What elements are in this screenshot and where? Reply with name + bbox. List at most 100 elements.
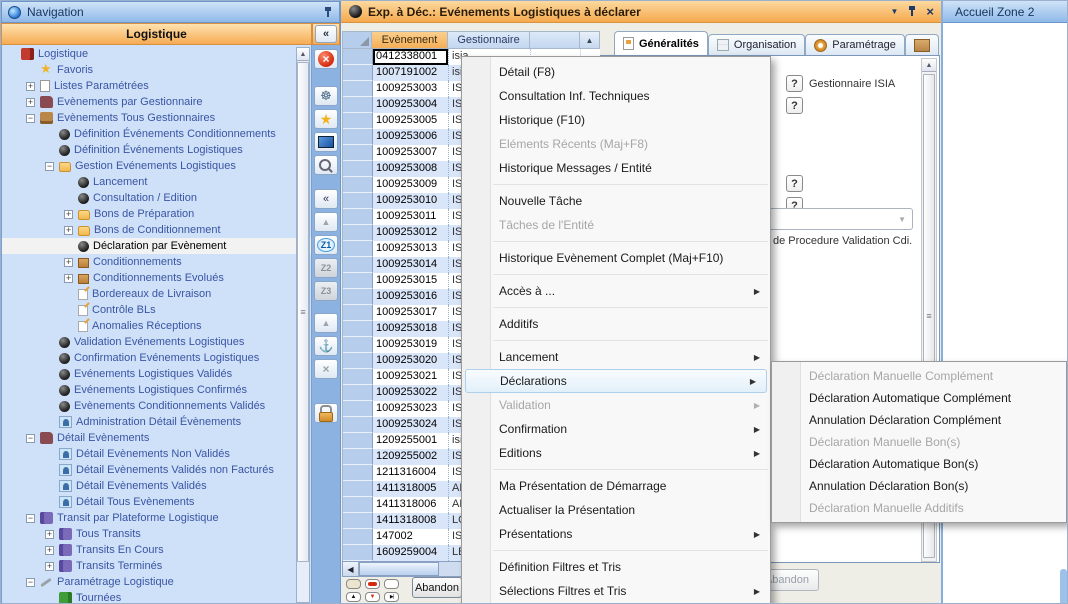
tree-scrollbar-thumb[interactable]: ≡ [297, 62, 309, 562]
tree-item[interactable]: Détail Evènements Validés non Facturés [2, 462, 311, 478]
cell-evenement[interactable]: 1009253018 [373, 321, 449, 337]
cell-evenement[interactable]: 1009253008 [373, 161, 449, 177]
row-header-cell[interactable] [343, 529, 373, 545]
row-header-cell[interactable] [343, 369, 373, 385]
row-header-cell[interactable] [343, 353, 373, 369]
tree-expander-icon[interactable]: − [26, 514, 35, 523]
tree-item[interactable]: Confirmation Evénements Logistiques [2, 350, 311, 366]
tree-item[interactable]: Anomalies Réceptions [2, 318, 311, 334]
tree-item[interactable]: +Bons de Conditionnement [2, 222, 311, 238]
hscroll-thumb[interactable] [359, 562, 439, 576]
tree-expander-icon[interactable]: + [64, 226, 73, 235]
tree-item[interactable]: Définition Événements Conditionnements [2, 126, 311, 142]
scroll-left-icon[interactable]: ◀ [343, 562, 359, 576]
menu-item[interactable]: Lancement▶ [462, 345, 770, 369]
close-button[interactable] [314, 49, 338, 69]
menu-item[interactable]: Accès à ...▶ [462, 279, 770, 303]
tree-expander-icon[interactable]: + [64, 258, 73, 267]
menu-item[interactable]: Annulation Déclaration Bon(s) [772, 475, 1066, 497]
cell-evenement[interactable]: 1211316004 [373, 465, 449, 481]
tree-item[interactable]: Détail Evènements Non Validés [2, 446, 311, 462]
tree-item[interactable]: Contrôle BLs [2, 302, 311, 318]
row-header-cell[interactable] [343, 97, 373, 113]
helm-button[interactable]: ☸ [314, 86, 338, 106]
cell-evenement[interactable]: 1009253005 [373, 113, 449, 129]
cell-evenement[interactable]: 1411318006 [373, 497, 449, 513]
tree-item[interactable]: Détail Tous Evènements [2, 494, 311, 510]
tree-item[interactable]: −Evènements Tous Gestionnaires [2, 110, 311, 126]
grid-abandon-button[interactable]: Abandon [412, 577, 462, 598]
row-header-cell[interactable] [343, 337, 373, 353]
menu-item[interactable]: Historique (F10) [462, 108, 770, 132]
row-header-cell[interactable] [343, 65, 373, 81]
cell-evenement[interactable]: 1609259004 [373, 545, 449, 561]
row-header-cell[interactable] [343, 321, 373, 337]
cell-evenement[interactable]: 0412338001 [373, 49, 449, 65]
tree-item[interactable]: Définition Événements Logistiques [2, 142, 311, 158]
menu-item[interactable]: Actualiser la Présentation [462, 498, 770, 522]
row-header-cell[interactable] [343, 81, 373, 97]
record-last-button[interactable]: ▶| [384, 592, 399, 602]
zone1-button[interactable]: Z1 [314, 235, 338, 255]
menu-item[interactable]: Déclarations▶ [465, 369, 767, 393]
record-up-button[interactable]: ▲ [346, 592, 361, 602]
monitor-button[interactable] [314, 132, 338, 152]
record-current-button[interactable] [365, 579, 380, 589]
record-down-button[interactable]: ▼ [365, 592, 380, 602]
cell-evenement[interactable]: 1009253009 [373, 177, 449, 193]
row-header-cell[interactable] [343, 273, 373, 289]
tree-expander-icon[interactable]: + [26, 82, 35, 91]
row-header-cell[interactable] [343, 545, 373, 561]
column-header-evenement[interactable]: Evènement [372, 31, 448, 49]
tree-item[interactable]: Déclaration par Evènement [2, 238, 311, 254]
help-button-3[interactable]: ? [786, 175, 803, 192]
tree-expander-icon[interactable]: + [64, 274, 73, 283]
menu-item[interactable]: Editions▶ [462, 441, 770, 465]
tab-organisation[interactable]: Organisation [708, 34, 805, 55]
row-header-cell[interactable] [343, 433, 373, 449]
cell-evenement[interactable]: 1007191002 [373, 65, 449, 81]
menu-item[interactable]: Historique Messages / Entité [462, 156, 770, 180]
tree-item[interactable]: +Transits En Cours [2, 542, 311, 558]
menu-item[interactable]: Détail (F8) [462, 60, 770, 84]
menu-item[interactable]: Consultation Inf. Techniques [462, 84, 770, 108]
tree-item[interactable]: Administration Détail Évènements [2, 414, 311, 430]
row-header-cell[interactable] [343, 449, 373, 465]
tab-généralités[interactable]: Généralités [614, 31, 708, 55]
tree-item[interactable]: +Transits Terminés [2, 558, 311, 574]
menu-item[interactable]: Sélections Filtres et Tris▶ [462, 579, 770, 603]
row-header-cell[interactable] [343, 513, 373, 529]
menu-item[interactable]: Déclaration Automatique Complément [772, 387, 1066, 409]
grid-corner-selector[interactable] [342, 31, 372, 49]
row-header-cell[interactable] [343, 385, 373, 401]
help-button-1[interactable]: ? [786, 75, 803, 92]
tree-item[interactable]: Consultation / Edition [2, 190, 311, 206]
window-pin-icon[interactable] [907, 5, 917, 18]
cell-evenement[interactable]: 1209255001 [373, 433, 449, 449]
tree-item[interactable]: Evènements Conditionnements Validés [2, 398, 311, 414]
tree-item[interactable]: Evénements Logistiques Confirmés [2, 382, 311, 398]
tree-item[interactable]: +Conditionnements Evolués [2, 270, 311, 286]
cell-evenement[interactable]: 1009253012 [373, 225, 449, 241]
record-blank-button[interactable] [384, 579, 399, 589]
column-header-gestionnaire[interactable]: Gestionnaire [448, 31, 530, 49]
row-header-cell[interactable] [343, 177, 373, 193]
cell-evenement[interactable]: 1009253010 [373, 193, 449, 209]
tree-expander-icon[interactable]: − [26, 578, 35, 587]
tree-item[interactable]: Bordereaux de Livraison [2, 286, 311, 302]
collapse-button[interactable]: « [314, 189, 338, 209]
row-header-cell[interactable] [343, 161, 373, 177]
tree-item[interactable]: Logistique [2, 46, 311, 62]
menu-item[interactable]: Ma Présentation de Démarrage [462, 474, 770, 498]
cell-evenement[interactable]: 1009253017 [373, 305, 449, 321]
row-header-cell[interactable] [343, 305, 373, 321]
tree-item[interactable]: Validation Evénements Logistiques [2, 334, 311, 350]
tree-item[interactable]: +Tous Transits [2, 526, 311, 542]
scroll-up-icon[interactable]: ▲ [297, 48, 309, 61]
row-header-cell[interactable] [343, 257, 373, 273]
cell-evenement[interactable]: 1009253020 [373, 353, 449, 369]
grid-scroll-up-button[interactable]: ▲ [580, 31, 600, 49]
record-first-button[interactable] [346, 579, 361, 589]
cell-evenement[interactable]: 1209255002 [373, 449, 449, 465]
tree-item[interactable]: +Listes Paramétrées [2, 78, 311, 94]
